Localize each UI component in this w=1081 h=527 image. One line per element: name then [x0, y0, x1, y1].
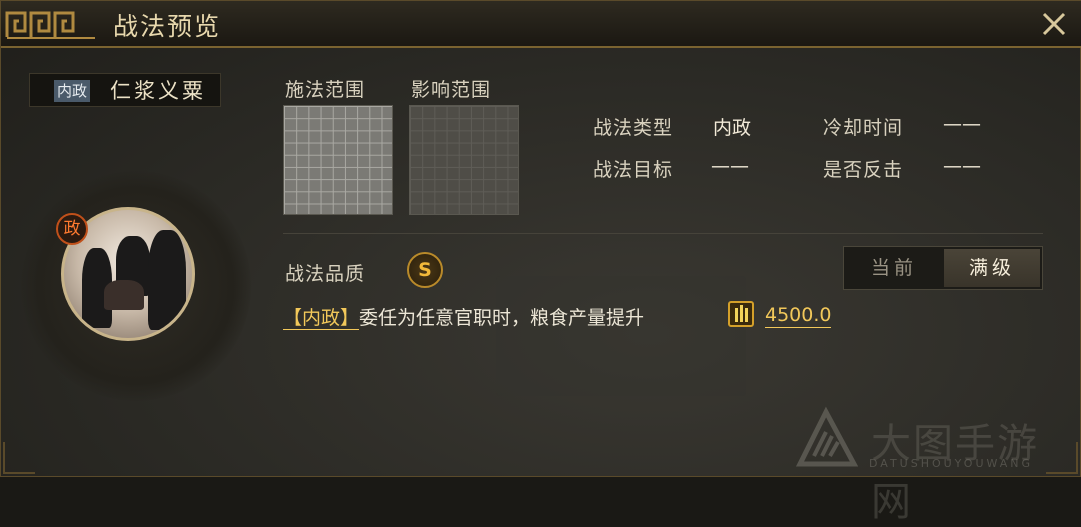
cooldown-value: —— [943, 113, 981, 135]
skill-target-value: —— [711, 155, 749, 177]
window-title: 战法预览 [113, 12, 222, 41]
background-card [496, 276, 746, 396]
counter-label: 是否反击 [823, 159, 904, 181]
cooldown-label: 冷却时间 [823, 117, 904, 139]
politics-badge: 政 [56, 213, 88, 245]
description-text: 委任为任意官职时，粮食产量提升 [359, 307, 645, 329]
watermark-logo-icon [796, 406, 858, 467]
skill-type-value: 内政 [713, 117, 752, 139]
grain-icon [728, 301, 754, 327]
level-toggle: 当前 满级 [843, 246, 1043, 290]
cast-range-grid [283, 105, 393, 215]
grain-amount[interactable]: 4500.0 [765, 303, 832, 328]
skill-category-tag: 内政 [54, 80, 91, 102]
corner-ornament [1046, 442, 1078, 474]
skill-target-label: 战法目标 [593, 159, 674, 181]
skill-preview-panel: 战法预览 内政 仁浆义粟 政 施法范围 影响范围 战法类型 内政 冷却时间 ——… [0, 0, 1081, 525]
skill-type-label: 战法类型 [593, 117, 674, 139]
quality-grade-badge: S [407, 252, 443, 288]
corner-ornament [3, 442, 35, 474]
skill-description: 【内政】委任为任意官职时，粮食产量提升 [283, 303, 644, 330]
close-icon [1042, 12, 1066, 36]
skill-name: 仁浆义粟 [110, 79, 206, 103]
current-level-tab[interactable]: 当前 [846, 249, 942, 287]
effect-range-grid [409, 105, 519, 215]
max-level-tab[interactable]: 满级 [944, 249, 1040, 287]
watermark-subtext: DATUSHOUYOUWANG [869, 457, 1034, 470]
skill-name-box: 内政 仁浆义粟 [29, 73, 221, 107]
quality-label: 战法品质 [285, 263, 366, 285]
cast-range-label: 施法范围 [285, 79, 366, 101]
close-button[interactable] [1037, 7, 1071, 41]
effect-range-label: 影响范围 [411, 79, 492, 101]
counter-value: —— [943, 155, 981, 177]
title-ornament-icon [5, 11, 95, 39]
divider [283, 233, 1043, 234]
title-bar: 战法预览 [1, 1, 1081, 48]
description-keyword[interactable]: 【内政】 [283, 307, 360, 330]
